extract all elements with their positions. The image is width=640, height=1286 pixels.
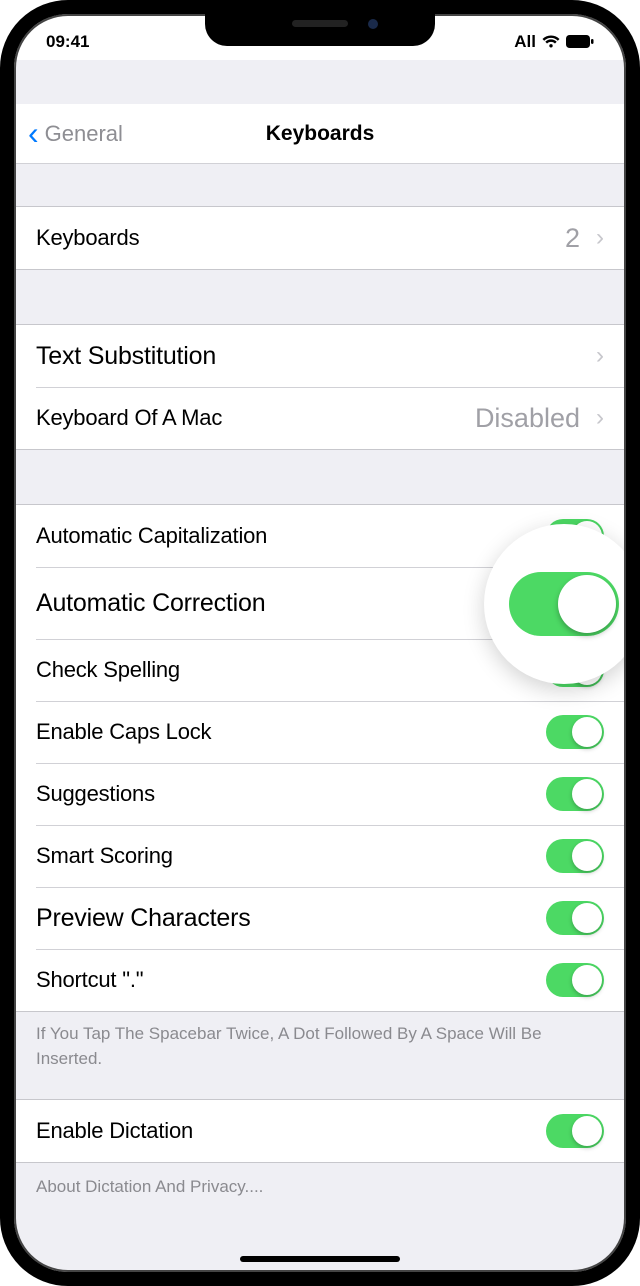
toggle-enable-dictation[interactable] — [546, 1114, 604, 1148]
toggle-shortcut[interactable] — [546, 963, 604, 997]
back-label: General — [45, 121, 123, 147]
chevron-right-icon: › — [596, 224, 604, 252]
cell-keyboard-mac[interactable]: Keyboard Of A Mac Disabled › — [14, 387, 626, 449]
chevron-right-icon: › — [596, 342, 604, 370]
cell-enable-dictation[interactable]: Enable Dictation — [14, 1100, 626, 1162]
cell-label: Automatic Capitalization — [36, 523, 267, 549]
section-toggles: Automatic Capitalization Automatic Corre… — [14, 504, 626, 1012]
cell-label: Shortcut "." — [36, 967, 143, 993]
cell-shortcut[interactable]: Shortcut "." — [14, 949, 626, 1011]
section-keyboards: Keyboards 2 › — [14, 206, 626, 270]
cell-preview-characters[interactable]: Preview Characters — [14, 887, 626, 949]
section-text: Text Substitution › Keyboard Of A Mac Di… — [14, 324, 626, 450]
cell-suggestions[interactable]: Suggestions — [14, 763, 626, 825]
cell-label: Keyboards — [36, 225, 139, 251]
cell-keyboards[interactable]: Keyboards 2 › — [14, 207, 626, 269]
section-dictation: Enable Dictation — [14, 1099, 626, 1163]
cell-label: Suggestions — [36, 781, 155, 807]
chevron-left-icon: ‹ — [28, 115, 39, 152]
cell-smart-scoring[interactable]: Smart Scoring — [14, 825, 626, 887]
wifi-icon — [542, 35, 560, 49]
footer-shortcut-hint: If You Tap The Spacebar Twice, A Dot Fol… — [14, 1012, 626, 1099]
cell-label: Enable Caps Lock — [36, 719, 211, 745]
chevron-right-icon: › — [596, 404, 604, 432]
about-dictation-link[interactable]: About Dictation And Privacy.... — [14, 1163, 626, 1225]
back-button[interactable]: ‹ General — [28, 115, 123, 152]
keyboards-count: 2 — [565, 223, 580, 254]
cell-label: Automatic Correction — [36, 589, 265, 618]
toggle-smart-scoring[interactable] — [546, 839, 604, 873]
status-carrier: All — [514, 32, 536, 52]
toggle-auto-correction-magnified[interactable] — [509, 572, 619, 636]
status-time: 09:41 — [46, 32, 89, 52]
cell-label: Enable Dictation — [36, 1118, 193, 1144]
content: Keyboards 2 › Text Substitution › Keyboa… — [14, 206, 626, 1225]
cell-label: Preview Characters — [36, 904, 251, 933]
battery-icon — [566, 35, 594, 49]
toggle-suggestions[interactable] — [546, 777, 604, 811]
cell-caps-lock[interactable]: Enable Caps Lock — [14, 701, 626, 763]
cell-label: Keyboard Of A Mac — [36, 405, 222, 431]
toggle-preview-characters[interactable] — [546, 901, 604, 935]
home-indicator[interactable] — [240, 1256, 400, 1262]
toggle-caps-lock[interactable] — [546, 715, 604, 749]
page-title: Keyboards — [266, 122, 375, 146]
cell-label: Smart Scoring — [36, 843, 173, 869]
cell-label: Check Spelling — [36, 657, 180, 683]
cell-text-substitution[interactable]: Text Substitution › — [14, 325, 626, 387]
nav-bar: ‹ General Keyboards — [14, 104, 626, 164]
cell-label: Text Substitution — [36, 342, 216, 371]
cell-value: Disabled — [475, 403, 580, 434]
screen: 09:41 All ‹ General Keyboards Keyboards … — [14, 14, 626, 1272]
